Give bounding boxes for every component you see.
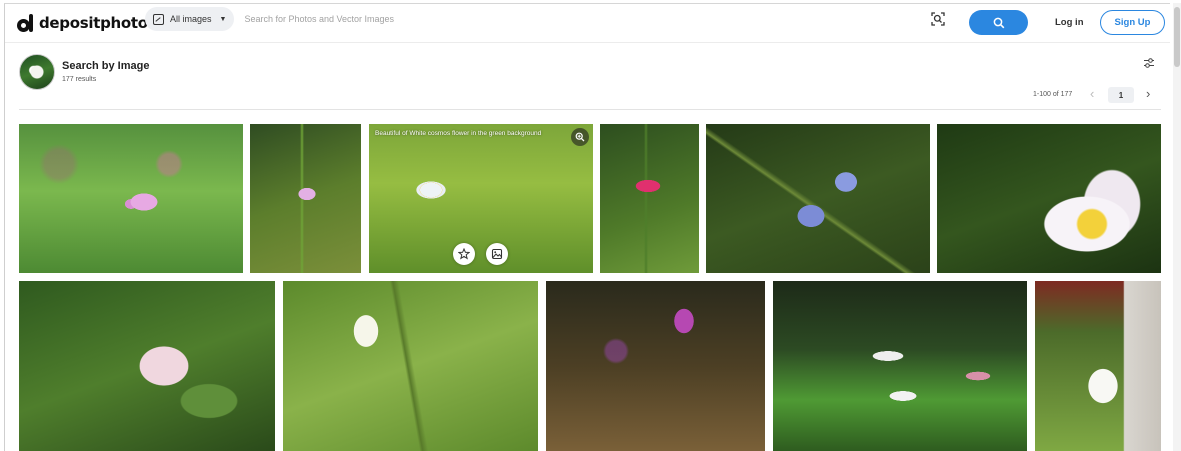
image-tile[interactable] <box>19 281 275 451</box>
image-type-label: All images <box>170 14 212 24</box>
page-number-input[interactable]: 1 <box>1108 87 1134 103</box>
image-tile[interactable] <box>250 124 361 273</box>
page-title: Search by Image <box>62 60 150 72</box>
image-tile[interactable] <box>1035 281 1161 451</box>
pagination-range: 1-100 of 177 <box>1033 91 1073 98</box>
visual-search-icon[interactable] <box>931 12 945 26</box>
signup-button[interactable]: Sign Up <box>1100 10 1165 35</box>
image-type-dropdown[interactable]: All images ▼ <box>145 7 235 31</box>
query-image-thumbnail[interactable] <box>19 54 55 90</box>
image-tile[interactable] <box>283 281 538 451</box>
logo-text: depositphotos <box>39 14 157 32</box>
image-title: Beautiful of White cosmos flower in the … <box>375 130 542 137</box>
favorite-button[interactable] <box>453 243 475 265</box>
header-divider <box>5 42 1170 43</box>
settings-icon[interactable] <box>1143 57 1155 69</box>
caret-down-icon: ▼ <box>219 15 227 23</box>
content-divider <box>19 109 1161 110</box>
logo-mark-icon <box>17 14 35 32</box>
search-bar: All images ▼ <box>145 6 925 32</box>
image-filter-icon <box>153 13 164 25</box>
zoom-icon <box>575 132 585 142</box>
chevron-left-icon[interactable]: ‹ <box>1090 86 1094 101</box>
image-tile[interactable] <box>19 124 243 273</box>
search-input[interactable] <box>244 14 645 24</box>
search-button[interactable] <box>969 10 1028 35</box>
similar-images-button[interactable] <box>486 243 508 265</box>
scrollbar-thumb[interactable] <box>1174 7 1180 67</box>
zoom-button[interactable] <box>571 128 589 146</box>
image-tile-hovered[interactable]: Beautiful of White cosmos flower in the … <box>369 124 593 273</box>
logo[interactable]: depositphotos <box>17 14 157 32</box>
scrollbar[interactable] <box>1173 3 1181 451</box>
image-tile[interactable] <box>706 124 930 273</box>
results-count: 177 results <box>62 76 97 83</box>
search-icon <box>993 17 1004 28</box>
image-tile[interactable] <box>546 281 765 451</box>
image-tile[interactable] <box>937 124 1161 273</box>
similar-images-icon <box>491 248 503 260</box>
image-tile[interactable] <box>773 281 1027 451</box>
chevron-right-icon[interactable]: › <box>1146 86 1150 101</box>
image-tile[interactable] <box>600 124 699 273</box>
star-icon <box>458 248 470 260</box>
login-link[interactable]: Log in <box>1055 17 1084 28</box>
